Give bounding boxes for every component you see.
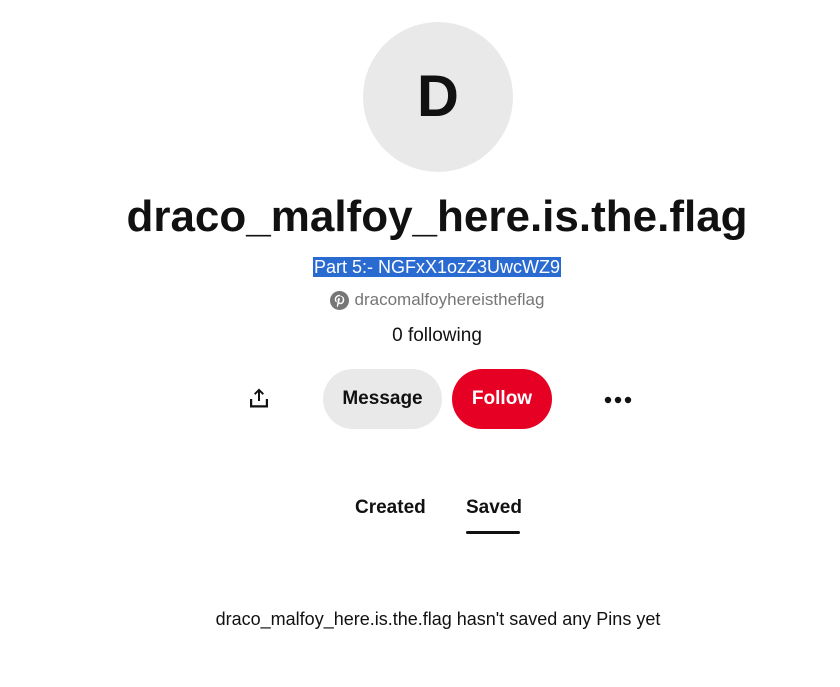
more-options-icon xyxy=(604,391,632,409)
more-options-button[interactable] xyxy=(596,379,640,421)
profile-display-name: draco_malfoy_here.is.the.flag xyxy=(126,192,748,241)
profile-about-text: Part 5:- NGFxX1ozZ3UwcWZ9 xyxy=(312,257,562,277)
username-row: dracomalfoyhereistheflag xyxy=(0,290,840,310)
follow-button[interactable]: Follow xyxy=(452,369,552,429)
tab-saved[interactable]: Saved xyxy=(466,497,522,519)
active-tab-indicator xyxy=(466,531,520,534)
share-button[interactable] xyxy=(238,379,280,421)
profile-about: Part 5:- NGFxX1ozZ3UwcWZ9 xyxy=(0,256,840,278)
avatar[interactable]: D xyxy=(363,22,513,172)
profile-page: D draco_malfoy_here.is.the.flag Part 5:-… xyxy=(0,0,840,687)
tab-created[interactable]: Created xyxy=(355,497,426,519)
avatar-initial: D xyxy=(417,64,459,129)
message-button[interactable]: Message xyxy=(323,369,442,429)
empty-state-message: draco_malfoy_here.is.the.flag hasn't sav… xyxy=(215,609,661,629)
following-count[interactable]: 0 following xyxy=(0,325,840,347)
share-icon xyxy=(247,386,271,415)
profile-username[interactable]: dracomalfoyhereistheflag xyxy=(355,290,545,310)
pinterest-logo-icon xyxy=(329,290,349,310)
